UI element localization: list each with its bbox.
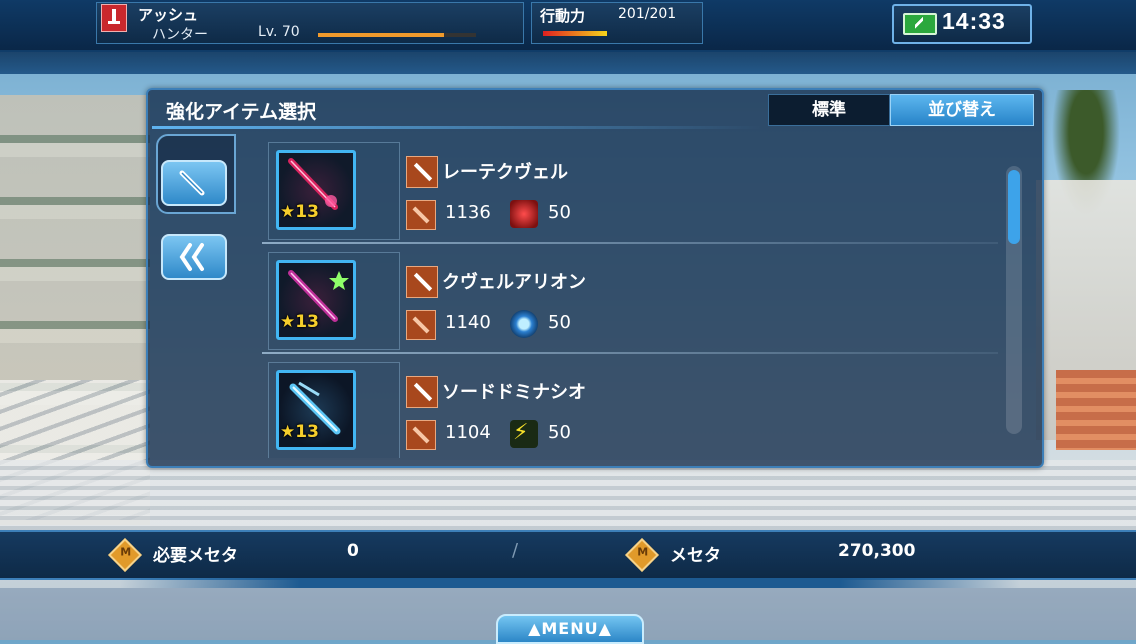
ice-element-icon (510, 310, 538, 338)
attack-icon (406, 310, 436, 340)
item-rarity: ★13 (280, 312, 319, 332)
sword-category-icon (406, 266, 438, 298)
tab-sword[interactable] (161, 160, 227, 206)
panel-title: 強化アイテム選択 (166, 101, 317, 123)
item-name: クヴェルアリオン (442, 272, 586, 293)
item-element-value: 50 (548, 422, 571, 443)
title-underline (152, 126, 762, 129)
attack-icon (406, 200, 436, 230)
meseta-separator: / (512, 540, 519, 561)
item-row[interactable]: ★13 クヴェルアリオン 1140 50 (262, 246, 998, 354)
exp-bar-fill (318, 33, 445, 37)
item-name: レーテクヴェル (442, 162, 568, 183)
fire-element-icon (510, 200, 538, 228)
item-attack: 1136 (445, 202, 491, 223)
lightning-element-icon (510, 420, 538, 448)
sort-mode-display[interactable]: 標準 (768, 94, 890, 126)
item-attack: 1104 (445, 422, 491, 443)
row-divider (262, 352, 998, 354)
owned-meseta-label: メセタ (670, 546, 721, 566)
item-element-value: 50 (548, 312, 571, 333)
player-class: ハンター (152, 27, 208, 43)
tab-back[interactable] (161, 234, 227, 280)
item-row[interactable]: ★13 レーテクヴェル 1136 50 (262, 136, 998, 244)
sword-category-icon (406, 156, 438, 188)
action-points-bar-fill (543, 31, 607, 36)
player-name: アッシュ (138, 6, 199, 24)
sword-category-icon (406, 376, 438, 408)
item-list: ★13 レーテクヴェル 1136 50 ★13 クヴェルアリオン 1140 50 (262, 136, 998, 458)
action-points-value: 201/201 (618, 6, 677, 22)
scrollbar-thumb[interactable] (1008, 170, 1020, 244)
attack-icon (406, 420, 436, 450)
meseta-icon-letter: M (120, 545, 132, 559)
exp-bar (318, 33, 476, 37)
item-name: ソードドミナシオ (442, 382, 586, 403)
required-meseta-label: 必要メセタ (153, 546, 238, 566)
action-points-label: 行動力 (540, 7, 586, 25)
sword-icon (179, 170, 205, 196)
owned-meseta-value: 270,300 (838, 541, 916, 561)
bottom-hud-strip (120, 578, 1020, 588)
player-level: Lv. 70 (258, 24, 300, 40)
item-row[interactable]: ★13 ソードドミナシオ 1104 50 (262, 356, 998, 458)
item-rarity: ★13 (280, 202, 319, 222)
item-attack: 1140 (445, 312, 491, 333)
hunter-class-icon (101, 4, 127, 32)
top-hud-strip (0, 50, 1136, 74)
list-scrollbar[interactable] (1006, 166, 1022, 434)
battery-charging-icon (903, 13, 937, 35)
sort-button[interactable]: 並び替え (890, 94, 1034, 126)
back-arrows-icon (179, 243, 204, 271)
required-meseta-value: 0 (347, 541, 359, 561)
background-red-block (1056, 370, 1136, 450)
clock-time: 14:33 (942, 8, 1006, 34)
meseta-icon-letter: M (637, 545, 649, 559)
item-element-value: 50 (548, 202, 571, 223)
item-rarity: ★13 (280, 422, 319, 442)
background-floor (0, 460, 1136, 540)
action-points-bar (543, 31, 607, 36)
row-divider (262, 242, 998, 244)
